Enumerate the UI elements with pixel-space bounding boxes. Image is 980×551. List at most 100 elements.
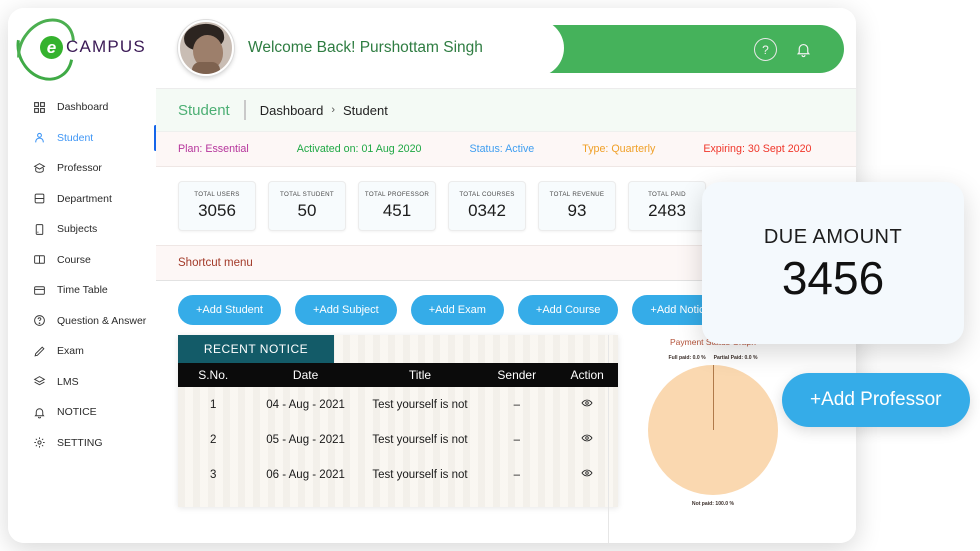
- recent-notice-title: RECENT NOTICE: [178, 335, 334, 363]
- add-professor-button[interactable]: +Add Professor: [782, 373, 970, 427]
- chart-label-full-paid: Full paid: 0.0 %: [668, 355, 706, 361]
- plan-name: Plan: Essential: [178, 143, 249, 155]
- stat-label: TOTAL COURSES: [459, 191, 515, 198]
- add-exam-button[interactable]: +Add Exam: [410, 295, 504, 325]
- stat-card-total-professor: TOTAL PROFESSOR 451: [358, 181, 436, 231]
- stat-card-total-paid: TOTAL PAID 2483: [628, 181, 706, 231]
- pie-chart: [648, 365, 778, 495]
- stat-value: 93: [567, 201, 587, 220]
- sidebar-item-notice[interactable]: NOTICE: [8, 397, 156, 428]
- cell-action: [556, 457, 618, 492]
- question-circle-icon: [32, 314, 46, 328]
- stat-value: 3056: [198, 201, 236, 220]
- eye-icon[interactable]: [581, 467, 593, 479]
- stat-label: TOTAL STUDENT: [280, 191, 334, 198]
- stat-card-total-student: TOTAL STUDENT 50: [268, 181, 346, 231]
- welcome-message: Welcome Back! Purshottam Singh: [248, 39, 483, 56]
- avatar[interactable]: [178, 20, 234, 76]
- sidebar-item-subjects[interactable]: Subjects: [8, 214, 156, 245]
- sidebar-item-student[interactable]: Student: [8, 123, 157, 154]
- add-subject-button[interactable]: +Add Subject: [294, 295, 397, 325]
- stat-label: TOTAL REVENUE: [549, 191, 605, 198]
- breadcrumb-divider: [243, 100, 246, 120]
- sidebar-item-label: SETTING: [57, 436, 103, 449]
- book-icon: [32, 222, 46, 236]
- column-header-title: Title: [362, 363, 478, 387]
- sidebar-item-lms[interactable]: LMS: [8, 367, 156, 398]
- welcome-pill: Welcome Back! Purshottam Singh: [170, 19, 564, 77]
- app-logo[interactable]: e CAMPUS: [8, 8, 156, 92]
- column-header-sender: Sender: [477, 363, 557, 387]
- sidebar-item-time-table[interactable]: Time Table: [8, 275, 156, 306]
- breadcrumb-root[interactable]: Dashboard: [260, 103, 324, 118]
- sidebar-item-question-answer[interactable]: Question & Answer: [8, 306, 156, 337]
- column-header-sno: S.No.: [178, 363, 249, 387]
- gear-icon: [32, 436, 46, 450]
- notification-bell-icon[interactable]: [795, 41, 812, 58]
- sidebar-item-label: Course: [57, 253, 91, 266]
- sidebar-item-label: Department: [57, 192, 112, 205]
- shortcut-menu-label: Shortcut menu: [178, 257, 253, 269]
- top-bar-actions: ?: [754, 38, 812, 61]
- cell-action: [556, 387, 618, 422]
- cell-sender: –: [513, 468, 520, 481]
- stat-value: 2483: [648, 201, 686, 220]
- open-book-icon: [32, 253, 46, 267]
- table-row: 2 05 - Aug - 2021 Test yourself is not –: [178, 422, 618, 457]
- plan-activated: Activated on: 01 Aug 2020: [296, 143, 422, 155]
- cell-title: Test yourself is not: [372, 398, 468, 411]
- cell-sender: –: [513, 398, 520, 411]
- bell-icon: [32, 405, 46, 419]
- eye-icon[interactable]: [581, 397, 593, 409]
- sidebar-item-professor[interactable]: Professor: [8, 153, 156, 184]
- cell-title: Test yourself is not: [372, 468, 468, 481]
- cell-action: [556, 422, 618, 457]
- sidebar-item-department[interactable]: Department: [8, 184, 156, 215]
- sidebar-item-label: Subjects: [57, 223, 98, 236]
- chevron-right-icon: ›: [331, 104, 335, 116]
- sidebar-item-dashboard[interactable]: Dashboard: [8, 92, 156, 123]
- page-title: Student: [178, 101, 230, 119]
- plan-status: Status: Active: [469, 143, 535, 155]
- sidebar-item-course[interactable]: Course: [8, 245, 156, 276]
- cell-date: 06 - Aug - 2021: [266, 468, 345, 481]
- sidebar-item-label: NOTICE: [57, 406, 97, 419]
- sidebar-item-exam[interactable]: Exam: [8, 336, 156, 367]
- column-header-date: Date: [248, 363, 363, 387]
- sidebar-item-label: Exam: [57, 345, 84, 358]
- table-header-row: S.No. Date Title Sender Action: [178, 363, 618, 387]
- stat-value: 451: [382, 201, 412, 220]
- sidebar-item-setting[interactable]: SETTING: [8, 428, 156, 459]
- plan-expiring: Expiring: 30 Sept 2020: [703, 143, 812, 155]
- add-course-button[interactable]: +Add Course: [517, 295, 619, 325]
- avatar-neck: [192, 62, 220, 74]
- stat-label: TOTAL USERS: [194, 191, 240, 198]
- due-amount-value: 3456: [781, 251, 885, 304]
- help-icon[interactable]: ?: [754, 38, 777, 61]
- layers-icon: [32, 375, 46, 389]
- add-student-button[interactable]: +Add Student: [178, 295, 281, 325]
- sidebar-item-label: Student: [57, 131, 94, 144]
- cell-sender: –: [513, 433, 520, 446]
- content-area: RECENT NOTICE S.No. Date Title Sender Ac…: [156, 335, 856, 543]
- breadcrumb-current: Student: [343, 102, 388, 118]
- cell-sno: 2: [209, 433, 217, 446]
- cell-date: 05 - Aug - 2021: [266, 433, 345, 446]
- recent-notice-card: RECENT NOTICE S.No. Date Title Sender Ac…: [178, 335, 618, 507]
- due-amount-label: DUE AMOUNT: [763, 225, 903, 248]
- sidebar-item-label: Professor: [57, 162, 102, 175]
- stat-value: 50: [297, 201, 317, 220]
- database-icon: [32, 192, 46, 206]
- stat-label: TOTAL PAID: [648, 191, 686, 198]
- sidebar-item-label: Question & Answer: [57, 314, 147, 327]
- plan-info-bar: Plan: Essential Activated on: 01 Aug 202…: [156, 132, 856, 167]
- stat-card-total-courses: TOTAL COURSES 0342: [448, 181, 526, 231]
- top-bar: Welcome Back! Purshottam Singh ?: [156, 8, 856, 89]
- sidebar-item-label: LMS: [57, 375, 79, 388]
- sidebar-nav: Dashboard Student Professor Department S…: [8, 92, 157, 459]
- stat-label: TOTAL PROFESSOR: [364, 191, 430, 198]
- logo-e-icon: e: [40, 35, 63, 59]
- eye-icon[interactable]: [581, 432, 593, 444]
- breadcrumb: Student Dashboard › Student: [156, 89, 856, 132]
- cell-title: Test yourself is not: [372, 433, 468, 446]
